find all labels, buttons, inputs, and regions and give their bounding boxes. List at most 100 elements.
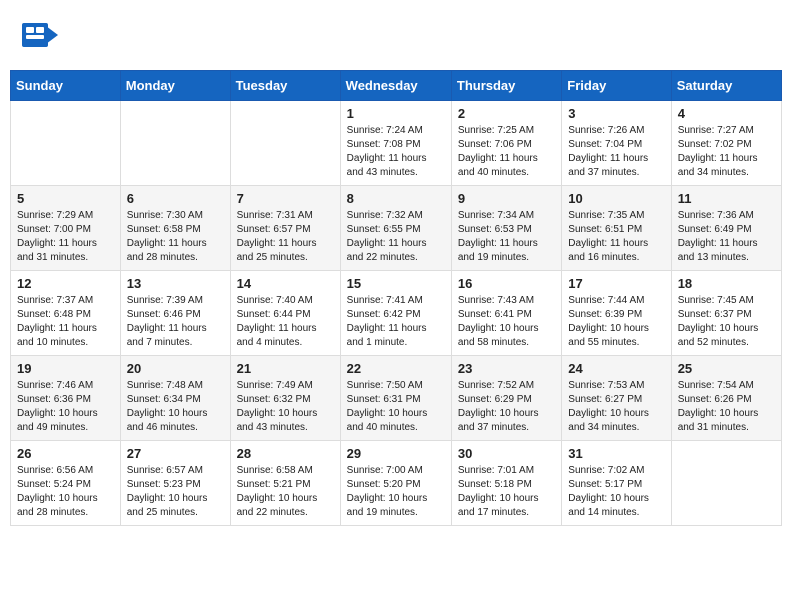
page-header bbox=[10, 10, 782, 60]
day-info: Sunrise: 7:52 AM Sunset: 6:29 PM Dayligh… bbox=[458, 379, 555, 435]
day-number: 23 bbox=[458, 361, 555, 376]
day-number: 2 bbox=[458, 106, 555, 121]
day-info: Sunrise: 7:36 AM Sunset: 6:49 PM Dayligh… bbox=[678, 209, 775, 265]
calendar-table: SundayMondayTuesdayWednesdayThursdayFrid… bbox=[10, 70, 782, 526]
day-number: 17 bbox=[568, 276, 664, 291]
calendar-cell: 5Sunrise: 7:29 AM Sunset: 7:00 PM Daylig… bbox=[11, 186, 121, 271]
day-info: Sunrise: 7:43 AM Sunset: 6:41 PM Dayligh… bbox=[458, 294, 555, 350]
day-info: Sunrise: 7:26 AM Sunset: 7:04 PM Dayligh… bbox=[568, 124, 664, 180]
weekday-header-sunday: Sunday bbox=[11, 71, 121, 101]
weekday-header-thursday: Thursday bbox=[451, 71, 561, 101]
day-info: Sunrise: 6:58 AM Sunset: 5:21 PM Dayligh… bbox=[237, 464, 334, 520]
weekday-header-monday: Monday bbox=[120, 71, 230, 101]
calendar-cell: 6 Sunrise: 7:30 AM Sunset: 6:58 PM Daylig… bbox=[120, 186, 230, 271]
day-info: Sunrise: 7:30 AM Sunset: 6:58 PM Dayligh… bbox=[127, 209, 224, 265]
day-number: 27 bbox=[127, 446, 224, 461]
calendar-cell: 17 Sunrise: 7:44 AM Sunset: 6:39 PM Dayli… bbox=[562, 271, 671, 356]
weekday-header-saturday: Saturday bbox=[671, 71, 781, 101]
calendar-cell: 13 Sunrise: 7:39 AM Sunset: 6:46 PM Dayli… bbox=[120, 271, 230, 356]
day-number: 6 bbox=[127, 191, 224, 206]
day-info: Sunrise: 7:27 AM Sunset: 7:02 PM Dayligh… bbox=[678, 124, 775, 180]
calendar-cell bbox=[230, 101, 340, 186]
day-number: 25 bbox=[678, 361, 775, 376]
calendar-cell: 8 Sunrise: 7:32 AM Sunset: 6:55 PM Daylig… bbox=[340, 186, 451, 271]
calendar-cell: 12 Sunrise: 7:37 AM Sunset: 6:48 PM Dayli… bbox=[11, 271, 121, 356]
day-info: Sunrise: 6:57 AM Sunset: 5:23 PM Dayligh… bbox=[127, 464, 224, 520]
calendar-cell: 10 Sunrise: 7:35 AM Sunset: 6:51 PM Dayli… bbox=[562, 186, 671, 271]
day-number: 21 bbox=[237, 361, 334, 376]
day-info: Sunrise: 7:46 AM Sunset: 6:36 PM Dayligh… bbox=[17, 379, 114, 435]
day-info: Sunrise: 7:45 AM Sunset: 6:37 PM Dayligh… bbox=[678, 294, 775, 350]
day-number: 18 bbox=[678, 276, 775, 291]
calendar-cell: 9Sunrise: 7:34 AM Sunset: 6:53 PM Daylig… bbox=[451, 186, 561, 271]
day-info: Sunrise: 7:01 AM Sunset: 5:18 PM Dayligh… bbox=[458, 464, 555, 520]
day-number: 8 bbox=[347, 191, 445, 206]
day-number: 4 bbox=[678, 106, 775, 121]
calendar-cell bbox=[671, 441, 781, 526]
calendar-cell: 2 Sunrise: 7:25 AM Sunset: 7:06 PM Daylig… bbox=[451, 101, 561, 186]
calendar-cell: 16 Sunrise: 7:43 AM Sunset: 6:41 PM Dayli… bbox=[451, 271, 561, 356]
day-info: Sunrise: 7:37 AM Sunset: 6:48 PM Dayligh… bbox=[17, 294, 114, 350]
calendar-cell: 11Sunrise: 7:36 AM Sunset: 6:49 PM Dayli… bbox=[671, 186, 781, 271]
day-info: Sunrise: 7:34 AM Sunset: 6:53 PM Dayligh… bbox=[458, 209, 555, 265]
day-info: Sunrise: 7:29 AM Sunset: 7:00 PM Dayligh… bbox=[17, 209, 114, 265]
day-info: Sunrise: 7:54 AM Sunset: 6:26 PM Dayligh… bbox=[678, 379, 775, 435]
calendar-cell: 19 Sunrise: 7:46 AM Sunset: 6:36 PM Dayli… bbox=[11, 356, 121, 441]
calendar-cell: 20 Sunrise: 7:48 AM Sunset: 6:34 PM Dayli… bbox=[120, 356, 230, 441]
day-number: 12 bbox=[17, 276, 114, 291]
calendar-cell: 30 Sunrise: 7:01 AM Sunset: 5:18 PM Dayli… bbox=[451, 441, 561, 526]
day-number: 19 bbox=[17, 361, 114, 376]
day-number: 29 bbox=[347, 446, 445, 461]
calendar-cell: 26Sunrise: 6:56 AM Sunset: 5:24 PM Dayli… bbox=[11, 441, 121, 526]
day-number: 30 bbox=[458, 446, 555, 461]
day-number: 7 bbox=[237, 191, 334, 206]
calendar-cell bbox=[120, 101, 230, 186]
day-info: Sunrise: 7:39 AM Sunset: 6:46 PM Dayligh… bbox=[127, 294, 224, 350]
calendar-cell: 14 Sunrise: 7:40 AM Sunset: 6:44 PM Dayli… bbox=[230, 271, 340, 356]
day-info: Sunrise: 7:41 AM Sunset: 6:42 PM Dayligh… bbox=[347, 294, 445, 350]
calendar-week-row: 12 Sunrise: 7:37 AM Sunset: 6:48 PM Dayli… bbox=[11, 271, 782, 356]
calendar-cell: 21 Sunrise: 7:49 AM Sunset: 6:32 PM Dayli… bbox=[230, 356, 340, 441]
calendar-cell: 18 Sunrise: 7:45 AM Sunset: 6:37 PM Dayli… bbox=[671, 271, 781, 356]
day-info: Sunrise: 7:53 AM Sunset: 6:27 PM Dayligh… bbox=[568, 379, 664, 435]
day-info: Sunrise: 7:24 AM Sunset: 7:08 PM Dayligh… bbox=[347, 124, 445, 180]
day-info: Sunrise: 7:02 AM Sunset: 5:17 PM Dayligh… bbox=[568, 464, 664, 520]
day-number: 16 bbox=[458, 276, 555, 291]
day-info: Sunrise: 7:25 AM Sunset: 7:06 PM Dayligh… bbox=[458, 124, 555, 180]
day-info: Sunrise: 7:35 AM Sunset: 6:51 PM Dayligh… bbox=[568, 209, 664, 265]
day-number: 15 bbox=[347, 276, 445, 291]
day-number: 20 bbox=[127, 361, 224, 376]
day-info: Sunrise: 7:32 AM Sunset: 6:55 PM Dayligh… bbox=[347, 209, 445, 265]
calendar-cell: 28 Sunrise: 6:58 AM Sunset: 5:21 PM Dayli… bbox=[230, 441, 340, 526]
day-info: Sunrise: 7:44 AM Sunset: 6:39 PM Dayligh… bbox=[568, 294, 664, 350]
calendar-cell: 15 Sunrise: 7:41 AM Sunset: 6:42 PM Dayli… bbox=[340, 271, 451, 356]
weekday-header-tuesday: Tuesday bbox=[230, 71, 340, 101]
logo-icon bbox=[20, 15, 60, 55]
calendar-week-row: 19 Sunrise: 7:46 AM Sunset: 6:36 PM Dayli… bbox=[11, 356, 782, 441]
day-number: 14 bbox=[237, 276, 334, 291]
calendar-cell: 23 Sunrise: 7:52 AM Sunset: 6:29 PM Dayli… bbox=[451, 356, 561, 441]
day-number: 31 bbox=[568, 446, 664, 461]
weekday-header-wednesday: Wednesday bbox=[340, 71, 451, 101]
calendar-cell: 25 Sunrise: 7:54 AM Sunset: 6:26 PM Dayli… bbox=[671, 356, 781, 441]
calendar-cell: 27 Sunrise: 6:57 AM Sunset: 5:23 PM Dayli… bbox=[120, 441, 230, 526]
day-info: Sunrise: 7:31 AM Sunset: 6:57 PM Dayligh… bbox=[237, 209, 334, 265]
calendar-cell: 3 Sunrise: 7:26 AM Sunset: 7:04 PM Daylig… bbox=[562, 101, 671, 186]
day-number: 13 bbox=[127, 276, 224, 291]
day-info: Sunrise: 7:48 AM Sunset: 6:34 PM Dayligh… bbox=[127, 379, 224, 435]
day-number: 26 bbox=[17, 446, 114, 461]
day-number: 3 bbox=[568, 106, 664, 121]
day-info: Sunrise: 7:00 AM Sunset: 5:20 PM Dayligh… bbox=[347, 464, 445, 520]
day-number: 24 bbox=[568, 361, 664, 376]
day-number: 10 bbox=[568, 191, 664, 206]
calendar-week-row: 5Sunrise: 7:29 AM Sunset: 7:00 PM Daylig… bbox=[11, 186, 782, 271]
day-info: Sunrise: 7:40 AM Sunset: 6:44 PM Dayligh… bbox=[237, 294, 334, 350]
calendar-week-row: 1Sunrise: 7:24 AM Sunset: 7:08 PM Daylig… bbox=[11, 101, 782, 186]
calendar-cell: 31 Sunrise: 7:02 AM Sunset: 5:17 PM Dayli… bbox=[562, 441, 671, 526]
calendar-cell bbox=[11, 101, 121, 186]
day-info: Sunrise: 7:49 AM Sunset: 6:32 PM Dayligh… bbox=[237, 379, 334, 435]
logo bbox=[20, 15, 62, 55]
day-number: 28 bbox=[237, 446, 334, 461]
calendar-cell: 29 Sunrise: 7:00 AM Sunset: 5:20 PM Dayli… bbox=[340, 441, 451, 526]
calendar-week-row: 26Sunrise: 6:56 AM Sunset: 5:24 PM Dayli… bbox=[11, 441, 782, 526]
